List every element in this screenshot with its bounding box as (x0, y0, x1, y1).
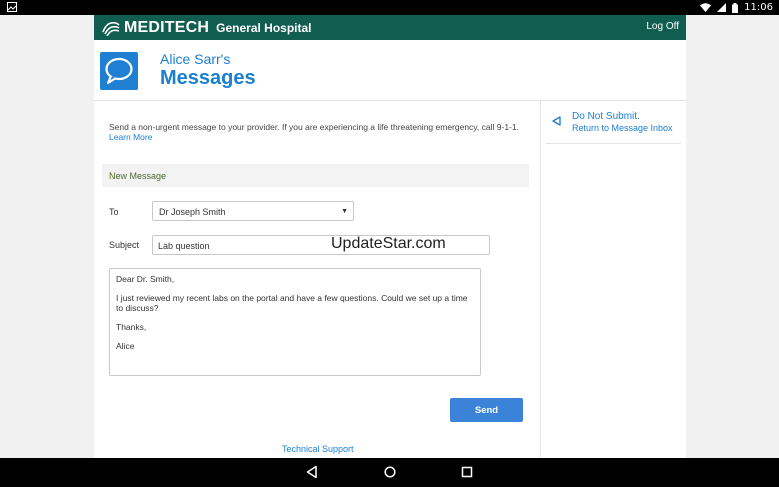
page-title: Messages (160, 67, 256, 89)
watermark: UpdateStar.com (331, 235, 446, 252)
triangle-left-icon (552, 116, 561, 126)
sidebar-divider (546, 143, 681, 144)
dropdown-arrow-icon: ▼ (341, 208, 348, 215)
send-button[interactable]: Send (450, 398, 523, 422)
brand-name: MEDITECH (124, 19, 210, 36)
sidebar: Do Not Submit. Return to Message Inbox (540, 101, 686, 458)
wifi-icon (700, 3, 712, 12)
page-owner: Alice Sarr's (160, 51, 231, 67)
page-header: Alice Sarr's Messages (94, 40, 686, 101)
battery-icon (732, 2, 739, 13)
back-icon[interactable] (305, 465, 319, 479)
brand-logo: MEDITECH General Hospital (102, 18, 312, 38)
top-bar: MEDITECH General Hospital Log Off (94, 15, 686, 40)
messages-tile (100, 52, 138, 90)
message-bubble-icon (105, 57, 133, 85)
status-bar: 11:06 (0, 0, 779, 15)
body-line: I just reviewed my recent labs on the po… (116, 293, 468, 313)
return-to-inbox-link[interactable]: Return to Message Inbox (572, 123, 673, 133)
subject-value: Lab question (158, 241, 210, 251)
photo-icon (7, 2, 17, 12)
emergency-notice: Send a non-urgent message to your provid… (109, 122, 529, 142)
subject-label: Subject (109, 240, 140, 250)
new-message-section-header: New Message (102, 164, 529, 187)
body-line: Alice (116, 341, 135, 351)
brand-subtitle: General Hospital (216, 21, 312, 35)
recipient-select[interactable]: Dr Joseph Smith ▼ (152, 201, 354, 221)
body-line: Dear Dr. Smith, (116, 274, 175, 284)
notice-text: Send a non-urgent message to your provid… (109, 122, 519, 132)
body-line: Thanks, (116, 322, 147, 332)
recipient-value: Dr Joseph Smith (159, 207, 226, 217)
do-not-submit-text: Do Not Submit. (572, 111, 640, 122)
app-window: MEDITECH General Hospital Log Off Alice … (94, 15, 686, 458)
to-label: To (109, 207, 119, 217)
learn-more-link[interactable]: Learn More (109, 132, 152, 142)
clock: 11:06 (744, 2, 773, 13)
message-body-textarea[interactable]: Dear Dr. Smith, I just reviewed my recen… (109, 268, 481, 376)
home-icon[interactable] (383, 465, 397, 479)
technical-support-link[interactable]: Technical Support (282, 444, 354, 454)
meditech-logo-icon (102, 21, 120, 36)
log-off-link[interactable]: Log Off (646, 21, 679, 32)
recents-icon[interactable] (460, 465, 474, 479)
main-content: Send a non-urgent message to your provid… (94, 101, 540, 458)
section-title: New Message (109, 171, 167, 181)
signal-icon (717, 3, 727, 12)
status-right: 11:06 (700, 1, 773, 14)
navigation-bar (0, 458, 779, 487)
